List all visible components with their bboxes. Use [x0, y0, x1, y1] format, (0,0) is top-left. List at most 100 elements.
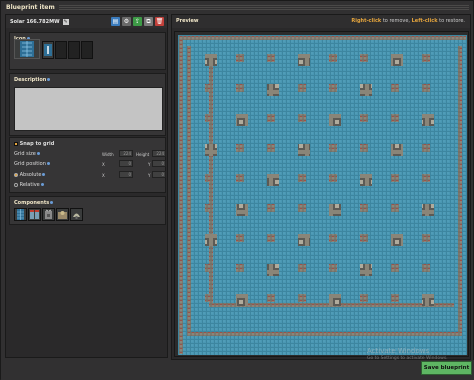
substation-block: [205, 54, 217, 66]
component-radar[interactable]: [70, 208, 83, 221]
help-icon[interactable]: [36, 152, 40, 155]
substation-block: [329, 204, 341, 216]
settings-panel: Solar 166.782MW ✎ ▤ ⚙ ⇪ ⧉ 🗑 Icon: [5, 14, 168, 358]
accumulator-block: [422, 264, 430, 272]
accumulator-block: [267, 204, 275, 212]
preview-panel: Preview Right-click to remove, Left-clic…: [171, 14, 471, 360]
footer-bar: Activate Windows Go to Settings to activ…: [1, 347, 474, 380]
accumulator-block: [298, 174, 306, 182]
component-accumulator[interactable]: [28, 208, 41, 221]
title-bar[interactable]: Blueprint item: [3, 2, 473, 13]
edit-name-icon[interactable]: ✎: [62, 18, 69, 25]
copy-button[interactable]: ⧉: [144, 17, 153, 26]
substation-block: [205, 234, 217, 246]
component-solar-panel[interactable]: [14, 208, 27, 221]
solar-layout-preview[interactable]: [175, 32, 469, 357]
substation-block: [267, 84, 279, 96]
accumulator-icon: [30, 210, 39, 219]
absolute-y-field[interactable]: 0: [152, 171, 166, 178]
relative-radio[interactable]: [14, 182, 18, 187]
substation-block: [422, 294, 434, 306]
description-textarea[interactable]: [14, 87, 163, 131]
delete-button[interactable]: 🗑: [155, 17, 164, 26]
help-icon[interactable]: [42, 173, 46, 176]
accumulator-block: [329, 84, 337, 92]
grid-x-field[interactable]: 0: [119, 160, 133, 167]
substation-block: [360, 84, 372, 96]
accumulator-block: [236, 264, 244, 272]
substation-block: [236, 294, 248, 306]
save-blueprint-button[interactable]: Save blueprint: [421, 361, 472, 375]
substation-block: [329, 114, 341, 126]
accumulator-block: [329, 144, 337, 152]
substation-block: [298, 54, 310, 66]
preview-hint: Right-click to remove, Left-click to res…: [351, 18, 465, 24]
accumulator-block: [422, 144, 430, 152]
icon-panel: Icon: [9, 32, 166, 70]
snap-to-grid-checkbox[interactable]: [14, 141, 18, 146]
accumulator-block: [391, 294, 399, 302]
icon-slot-3[interactable]: [55, 41, 67, 59]
accumulator-block: [422, 174, 430, 182]
accumulator-block: [205, 204, 213, 212]
component-substation[interactable]: [42, 208, 55, 221]
accumulator-block: [422, 54, 430, 62]
grid-y-field[interactable]: 0: [152, 160, 166, 167]
export-button[interactable]: ⇪: [133, 17, 142, 26]
substation-block: [422, 204, 434, 216]
component-roboport[interactable]: [56, 208, 69, 221]
components-label: Components: [14, 200, 54, 206]
help-icon[interactable]: [50, 201, 54, 204]
blueprint-name: Solar 166.782MW: [10, 18, 60, 25]
accumulator-block: [391, 174, 399, 182]
accumulator-block: [205, 294, 213, 302]
absolute-label: Absolute: [19, 172, 42, 178]
grid-width-field[interactable]: 224: [119, 150, 133, 157]
accumulator-block: [267, 114, 275, 122]
snap-to-grid-label: Snap to grid: [19, 141, 55, 147]
substation-block: [360, 174, 372, 186]
drag-handle[interactable]: [58, 5, 469, 10]
icon-slot-4[interactable]: [68, 41, 80, 59]
grid-size-label: Grid size: [14, 151, 40, 157]
width-label: Width: [102, 152, 114, 157]
icon-slot-2[interactable]: [42, 41, 54, 59]
help-icon[interactable]: [40, 183, 44, 186]
accumulator-block: [236, 54, 244, 62]
blueprint-name-bar: Solar 166.782MW ✎ ▤ ⚙ ⇪ ⧉ 🗑: [6, 15, 167, 28]
help-icon[interactable]: [47, 78, 51, 81]
accumulator-block: [298, 114, 306, 122]
grid-height-field[interactable]: 224: [152, 150, 166, 157]
substation-block: [267, 264, 279, 276]
accumulator-block: [236, 234, 244, 242]
abs-x-label: X: [102, 173, 105, 178]
accumulator-block: [205, 114, 213, 122]
snap-to-grid-row[interactable]: Snap to grid: [14, 141, 54, 147]
abs-y-label: Y: [148, 173, 151, 178]
substation-block: [360, 264, 372, 276]
preview-header: Preview Right-click to remove, Left-clic…: [172, 15, 470, 28]
grid-panel: Snap to grid Grid size Width 224 Height …: [9, 137, 166, 193]
accumulator-block: [422, 234, 430, 242]
icon-slot-5[interactable]: [81, 41, 93, 59]
x-label: X: [102, 162, 105, 167]
substation-block: [391, 54, 403, 66]
relative-row[interactable]: Relative: [14, 182, 44, 188]
accumulator-block: [391, 204, 399, 212]
substation-block: [298, 144, 310, 156]
settings-button[interactable]: ⚙: [122, 17, 131, 26]
accumulator-block: [298, 84, 306, 92]
accumulator-block: [391, 84, 399, 92]
blueprint-book-button[interactable]: ▤: [111, 17, 120, 26]
absolute-x-field[interactable]: 0: [119, 171, 133, 178]
accumulator-block: [205, 264, 213, 272]
accumulator-block: [422, 84, 430, 92]
absolute-radio[interactable]: [14, 172, 18, 177]
icon-slot-1[interactable]: [14, 39, 40, 59]
accumulator-block: [329, 174, 337, 182]
accumulator-block: [298, 204, 306, 212]
help-icon[interactable]: [46, 162, 50, 165]
components-panel: Components: [9, 196, 166, 225]
absolute-row[interactable]: Absolute: [14, 172, 46, 178]
blueprint-preview[interactable]: [174, 31, 469, 357]
